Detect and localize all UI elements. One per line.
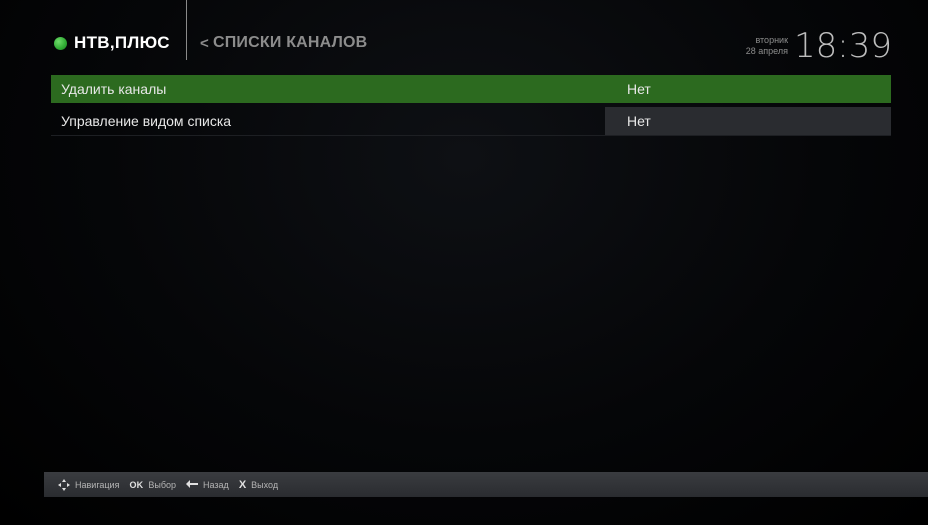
back-arrow-icon xyxy=(186,479,199,491)
date-label: 28 апреля xyxy=(745,46,789,56)
help-item-select: OK Выбор xyxy=(129,480,176,490)
help-label: Выбор xyxy=(148,479,177,490)
menu-item-value-box[interactable]: Нет xyxy=(605,107,891,135)
help-item-back: Назад xyxy=(186,479,229,491)
menu-item-delete-channels[interactable]: Удалить каналы Нет xyxy=(51,75,891,103)
help-item-navigation: Навигация xyxy=(58,478,120,491)
help-label: Навигация xyxy=(75,479,120,490)
ok-key-icon: OK xyxy=(129,479,144,490)
menu-item-value: Нет xyxy=(627,81,651,97)
menu-item-list-view-control[interactable]: Управление видом списка Нет xyxy=(51,107,891,136)
logo-dot-icon xyxy=(54,36,67,50)
help-item-exit: X Выход xyxy=(239,479,278,491)
brand-logo: НТВ,ПЛЮС xyxy=(54,33,170,53)
weekday-label: вторник xyxy=(755,35,789,45)
help-label: Назад xyxy=(203,479,229,490)
datetime: вторник 28 апреля 18:39 xyxy=(746,26,892,66)
dpad-icon xyxy=(58,478,70,491)
page-title: СПИСКИ КАНАЛОВ xyxy=(212,34,368,51)
menu-item-label: Управление видом списка xyxy=(61,113,232,129)
settings-menu: Удалить каналы Нет Управление видом спис… xyxy=(51,75,891,140)
back-chevron-icon: < xyxy=(200,34,209,52)
breadcrumb-back[interactable]: < СПИСКИ КАНАЛОВ xyxy=(200,34,367,52)
menu-item-label: Удалить каналы xyxy=(61,81,167,97)
help-label: Выход xyxy=(251,479,279,490)
clock: 18:39 xyxy=(794,26,892,66)
menu-item-value-box[interactable]: Нет xyxy=(605,75,891,103)
logo-text: НТВ,ПЛЮС xyxy=(74,33,170,52)
date-block: вторник 28 апреля xyxy=(746,35,788,57)
help-bar: Навигация OK Выбор Назад X Выход xyxy=(44,472,928,497)
header: НТВ,ПЛЮС < СПИСКИ КАНАЛОВ вторник 28 апр… xyxy=(0,0,928,70)
close-icon: X xyxy=(238,478,247,491)
tv-screen: НТВ,ПЛЮС < СПИСКИ КАНАЛОВ вторник 28 апр… xyxy=(0,0,928,525)
header-divider xyxy=(186,0,187,60)
menu-item-value: Нет xyxy=(627,113,651,129)
